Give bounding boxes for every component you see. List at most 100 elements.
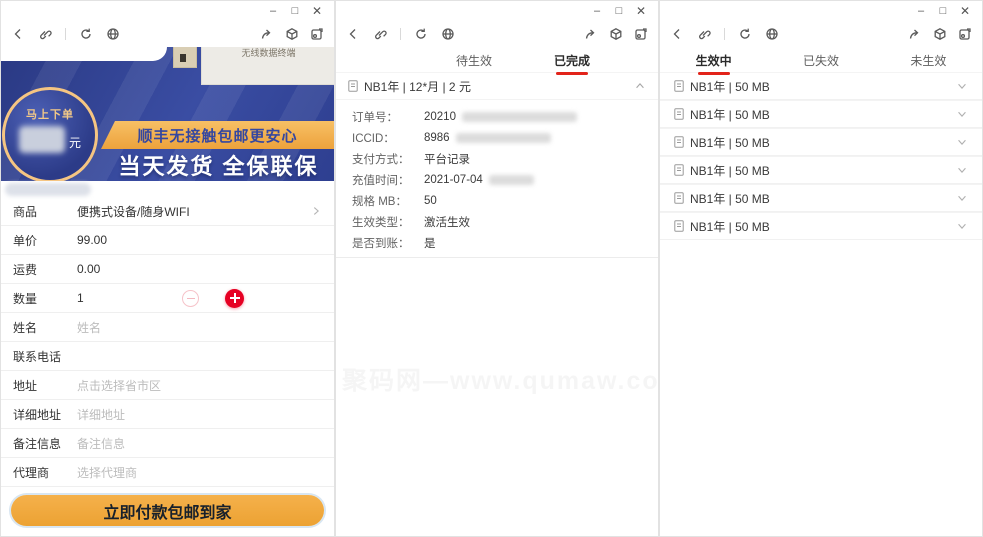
back-icon[interactable] [670, 27, 684, 41]
chevron-down-icon[interactable] [956, 192, 968, 204]
form-row-product[interactable]: 商品 便携式设备/随身WIFI [1, 197, 334, 226]
name-input[interactable]: 姓名 [77, 319, 101, 336]
plan-list-item[interactable]: NB1年 | 50 MB [660, 213, 982, 240]
share-icon[interactable] [260, 27, 274, 41]
form-row-region[interactable]: 地址 点击选择省市区 [1, 371, 334, 400]
globe-icon[interactable] [106, 27, 120, 41]
redacted-price [18, 126, 65, 153]
floating-window-icon[interactable] [310, 27, 324, 41]
detail-label: 支付方式： [352, 153, 410, 166]
maximize-button[interactable]: □ [932, 1, 954, 21]
maximize-button[interactable]: □ [608, 1, 630, 21]
cube-icon[interactable] [609, 27, 623, 41]
chevron-down-icon[interactable] [956, 80, 968, 92]
chevron-down-icon[interactable] [956, 220, 968, 232]
detail-label: 订单号： [352, 111, 398, 124]
effect-type-value: 激活生效 [424, 216, 470, 229]
back-icon[interactable] [346, 27, 360, 41]
field-label: 备注信息 [13, 436, 62, 451]
toolbar [660, 21, 982, 47]
plan-title: NB1年 | 50 MB [690, 79, 770, 94]
tab-expired[interactable]: 已失效 [803, 52, 839, 69]
plan-list-item[interactable]: NB1年 | 50 MB [660, 101, 982, 128]
order-card-header[interactable]: NB1年 | 12*月 | 2 元 [336, 73, 658, 100]
maximize-button[interactable]: □ [284, 1, 306, 21]
window-order-detail: – □ ✕ 待生效 已完成 NB1年 | 12*月 | 2 元 订单号： 202… [335, 0, 659, 537]
chevron-up-icon[interactable] [634, 80, 646, 92]
window-order-page: – □ ✕ 无线数据终端 马上下单 元 顺丰无接触包邮更安心 当天发货 全保联保… [0, 0, 335, 537]
floating-window-icon[interactable] [958, 27, 972, 41]
promo-banner: 无线数据终端 马上下单 元 顺丰无接触包邮更安心 当天发货 全保联保 [1, 47, 334, 181]
iccid-value: 8986 [424, 132, 551, 144]
field-label: 详细地址 [13, 407, 62, 422]
toolbar-nav-group [346, 27, 455, 41]
quantity-minus-button[interactable] [182, 289, 199, 307]
close-button[interactable]: ✕ [306, 1, 328, 21]
tab-inactive[interactable]: 未生效 [910, 52, 946, 69]
globe-icon[interactable] [441, 27, 455, 41]
form-row-phone[interactable]: 联系电话 [1, 342, 334, 371]
back-icon[interactable] [11, 27, 25, 41]
globe-icon[interactable] [765, 27, 779, 41]
cube-icon[interactable] [285, 27, 299, 41]
link-icon[interactable] [373, 27, 387, 41]
plan-title: NB1年 | 50 MB [690, 135, 770, 150]
price-badge: 马上下单 元 [2, 87, 98, 181]
floating-window-icon[interactable] [634, 27, 648, 41]
share-icon[interactable] [584, 27, 598, 41]
order-no-value: 20210 [424, 111, 577, 123]
pay-button[interactable]: 立即付款包邮到家 [11, 495, 324, 526]
tab-completed[interactable]: 已完成 [554, 52, 590, 75]
redacted-strip [1, 181, 334, 197]
form-row-agent[interactable]: 代理商 选择代理商 [1, 458, 334, 487]
titlebar: – □ ✕ [336, 1, 658, 21]
chevron-down-icon[interactable] [956, 136, 968, 148]
redacted-text [455, 132, 551, 143]
form-row-name[interactable]: 姓名 姓名 [1, 313, 334, 342]
address-input[interactable]: 详细地址 [77, 406, 125, 423]
field-label: 运费 [13, 262, 38, 277]
quantity-plus-button[interactable] [225, 288, 244, 308]
redacted-text [461, 111, 577, 122]
unit-price-value: 99.00 [77, 233, 108, 247]
document-icon [674, 164, 684, 176]
chevron-down-icon[interactable] [956, 108, 968, 120]
plan-list-item[interactable]: NB1年 | 50 MB [660, 73, 982, 100]
cube-icon[interactable] [933, 27, 947, 41]
refresh-icon[interactable] [414, 27, 428, 41]
plan-list-item[interactable]: NB1年 | 50 MB [660, 185, 982, 212]
region-picker[interactable]: 点击选择省市区 [77, 377, 161, 394]
tab-label: 已失效 [802, 54, 839, 68]
order-status-tabs: 待生效 已完成 [336, 47, 658, 75]
link-icon[interactable] [38, 27, 52, 41]
close-button[interactable]: ✕ [630, 1, 652, 21]
remark-input[interactable]: 备注信息 [77, 435, 125, 452]
form-row-unit-price: 单价 99.00 [1, 226, 334, 255]
minimize-button[interactable]: – [262, 1, 284, 21]
credited-value: 是 [424, 237, 436, 250]
plan-list-item[interactable]: NB1年 | 50 MB [660, 129, 982, 156]
toolbar-action-group [260, 27, 324, 41]
close-button[interactable]: ✕ [954, 1, 976, 21]
tab-active[interactable]: 生效中 [696, 52, 732, 75]
plan-list: NB1年 | 50 MB NB1年 | 50 MB NB1年 | 50 MB N… [660, 73, 982, 240]
form-row-shipping: 运费 0.00 [1, 255, 334, 284]
detail-row-order-no: 订单号： 20210 [336, 106, 658, 127]
titlebar: – □ ✕ [1, 1, 334, 21]
minimize-button[interactable]: – [910, 1, 932, 21]
toolbar-separator [400, 28, 401, 40]
form-row-remark[interactable]: 备注信息 备注信息 [1, 429, 334, 458]
tab-pending[interactable]: 待生效 [456, 52, 492, 69]
document-icon [674, 108, 684, 120]
form-row-address[interactable]: 详细地址 详细地址 [1, 400, 334, 429]
share-icon[interactable] [908, 27, 922, 41]
agent-picker[interactable]: 选择代理商 [77, 464, 137, 481]
link-icon[interactable] [697, 27, 711, 41]
chevron-down-icon[interactable] [956, 164, 968, 176]
plan-list-item[interactable]: NB1年 | 50 MB [660, 157, 982, 184]
refresh-icon[interactable] [79, 27, 93, 41]
refresh-icon[interactable] [738, 27, 752, 41]
plan-status-tabs: 生效中 已失效 未生效 [660, 47, 982, 75]
minimize-button[interactable]: – [586, 1, 608, 21]
toolbar [1, 21, 334, 47]
